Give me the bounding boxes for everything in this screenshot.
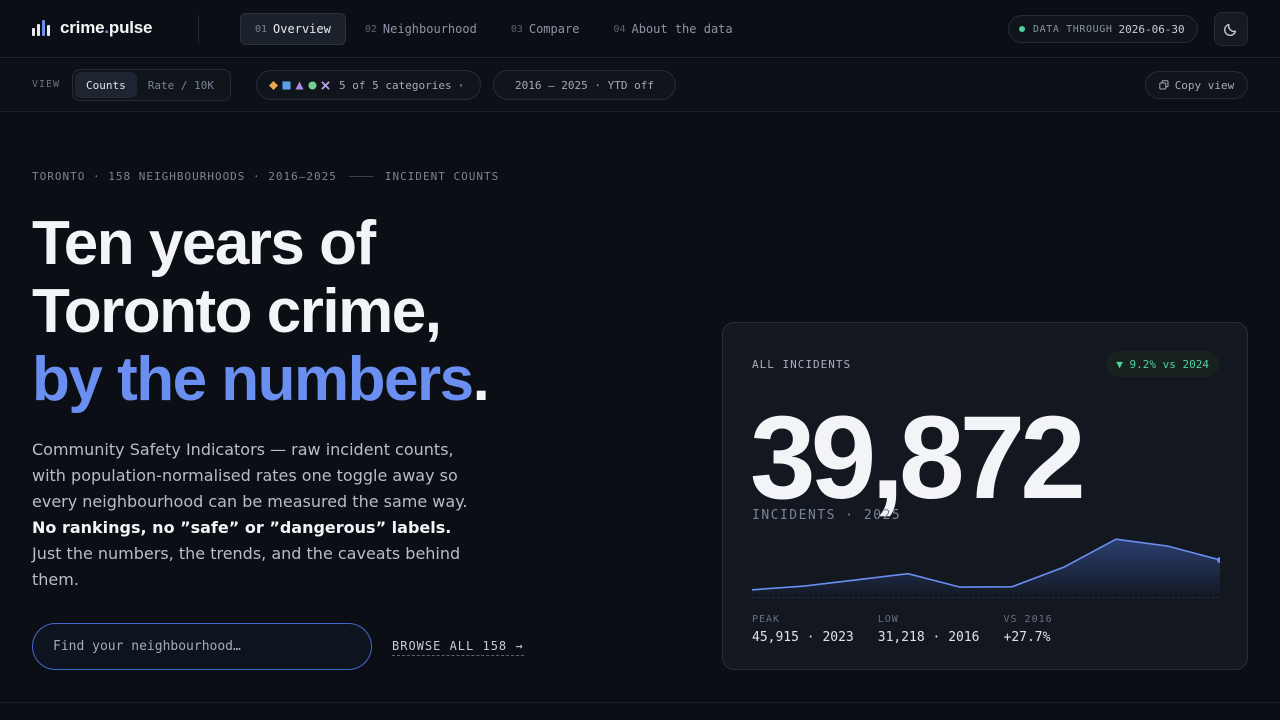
incident-total-caption: INCIDENTS · 2025 — [752, 508, 902, 523]
copy-view-label: Copy view — [1174, 78, 1235, 92]
copy-icon — [1158, 80, 1169, 90]
card-stats: PEAK 45,915 · 2023 LOW 31,218 · 2016 VS … — [752, 614, 1077, 645]
view-rate-button[interactable]: Rate / 10K — [137, 72, 225, 98]
year-range-label: 2016 – 2025 · YTD off — [514, 78, 655, 92]
browse-all-link[interactable]: BROWSE ALL 158 → — [392, 639, 524, 656]
circle-icon — [308, 80, 317, 90]
all-incidents-card: ALL INCIDENTS ▼ 9.2% vs 2024 39,872 INCI… — [722, 322, 1248, 670]
neighbourhood-search-input[interactable] — [32, 623, 372, 670]
data-through-badge: DATA THROUGH 2026-06-30 — [1008, 15, 1198, 43]
sparkline-area — [752, 539, 1220, 594]
hero-description: Community Safety Indicators — raw incide… — [32, 440, 468, 589]
brand-logo[interactable]: crime.pulse — [32, 18, 153, 38]
copy-view-button[interactable]: Copy view — [1145, 71, 1248, 99]
category-shapes — [269, 80, 330, 90]
brand-name: crime.pulse — [60, 18, 153, 37]
diamond-icon — [269, 80, 278, 90]
stat-low: LOW 31,218 · 2016 — [877, 614, 980, 645]
nav-tabs: 01 Overview 02 Neighbourhood 03 Compare 04 A… — [240, 13, 748, 45]
cross-icon — [321, 80, 330, 90]
stat-peak: PEAK 45,915 · 2023 — [752, 614, 854, 645]
tab-about-data[interactable]: 04 About the data — [598, 13, 747, 45]
page-title: Ten years of Toronto crime, by the numbe… — [32, 209, 490, 414]
top-nav: crime.pulse 01 Overview 02 Neighbourhood 0… — [0, 0, 1280, 58]
bar-chart-icon — [32, 20, 50, 36]
chevron-down-icon: ▾ — [458, 80, 464, 90]
card-label: ALL INCIDENTS — [752, 358, 852, 371]
filter-bar: VIEW Counts Rate / 10K 5 of 5 categories… — [0, 59, 1280, 112]
divider — [198, 15, 199, 43]
categories-label: 5 of 5 categories — [339, 78, 452, 92]
stat-vs-2016: VS 2016 +27.7% — [1003, 614, 1053, 645]
divider — [348, 176, 373, 177]
triangle-icon — [295, 80, 304, 90]
year-range-selector[interactable]: 2016 – 2025 · YTD off — [493, 70, 676, 100]
theme-toggle-button[interactable] — [1214, 12, 1248, 46]
status-dot-icon — [1019, 26, 1025, 32]
hero-eyebrow: TORONTO · 158 NEIGHBOURHOODS · 2016–2025… — [32, 170, 500, 183]
view-counts-button[interactable]: Counts — [75, 72, 137, 98]
square-icon — [282, 80, 291, 90]
category-filter-dropdown[interactable]: 5 of 5 categories ▾ — [256, 70, 481, 100]
divider — [0, 702, 1280, 703]
tab-compare[interactable]: 03 Compare — [496, 13, 595, 45]
tab-neighbourhood[interactable]: 02 Neighbourhood — [350, 13, 492, 45]
change-badge: ▼ 9.2% vs 2024 — [1106, 351, 1219, 377]
view-toggle: Counts Rate / 10K — [72, 69, 231, 101]
tab-overview[interactable]: 01 Overview — [240, 13, 346, 45]
sparkline-baseline — [752, 597, 1220, 598]
view-label: VIEW — [32, 79, 61, 90]
incident-sparkline — [752, 538, 1220, 594]
moon-icon — [1223, 23, 1237, 37]
